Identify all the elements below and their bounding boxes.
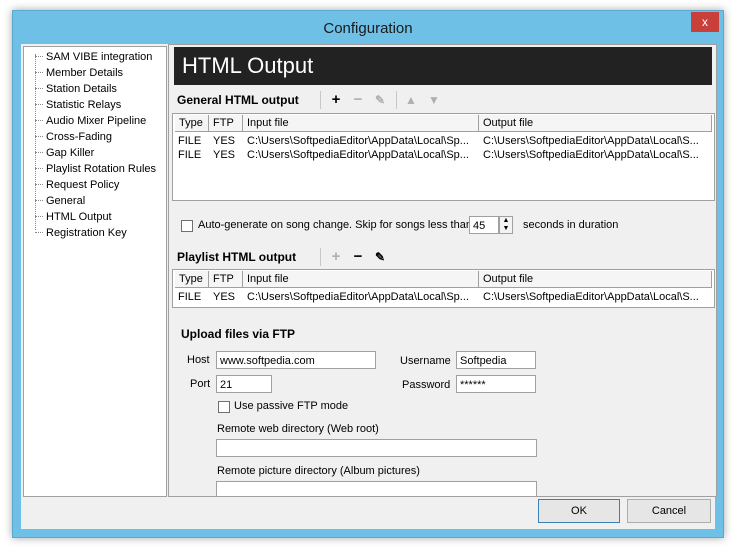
remove-icon[interactable]: − [349,248,367,266]
window-title: Configuration [323,20,413,37]
add-icon[interactable]: + [327,91,345,109]
move-down-icon[interactable]: ▼ [425,91,443,109]
ok-button[interactable]: OK [538,499,620,523]
tree-item-label: Request Policy [46,179,120,191]
column-header-output-file[interactable]: Output file [479,271,712,287]
autogenerate-checkbox[interactable] [181,220,193,232]
column-header-type[interactable]: Type [175,271,209,287]
tree-item-label: Gap Killer [46,147,95,159]
settings-tree: SAM VIBE integration Member Details Stat… [23,46,167,497]
page-title: HTML Output [174,47,712,85]
host-input[interactable]: www.softpedia.com [216,351,376,369]
cell-output-file: C:\Users\SoftpediaEditor\AppData\Local\S… [483,149,699,161]
tree-item-label: HTML Output [46,211,112,223]
cell-ftp: YES [213,135,236,147]
column-header-input-file[interactable]: Input file [243,271,479,287]
toolbar-separator [396,91,397,109]
cell-type: FILE [178,291,202,303]
passive-ftp-label: Use passive FTP mode [234,400,349,412]
autogenerate-suffix: seconds in duration [523,219,619,231]
tree-connector-line [35,54,36,230]
skip-seconds-input[interactable]: 45 [469,216,499,234]
tree-item-label: General [46,195,86,207]
general-output-label: General HTML output [177,93,299,107]
picture-directory-label: Remote picture directory (Album pictures… [217,465,420,477]
password-label: Password [402,379,451,391]
cell-type: FILE [178,135,202,147]
cell-output-file: C:\Users\SoftpediaEditor\AppData\Local\S… [483,291,699,303]
column-header-type[interactable]: Type [175,115,209,131]
general-output-table[interactable]: Type FTP Input file Output file FILE YES… [172,113,715,201]
toolbar-separator [320,91,321,109]
tree-item-label: SAM VIBE integration [46,51,153,63]
cell-input-file: C:\Users\SoftpediaEditor\AppData\Local\S… [247,291,469,303]
configuration-window: Configuration x SAM VIBE integration Mem… [12,10,724,538]
client-area: SAM VIBE integration Member Details Stat… [21,44,717,529]
column-header-ftp[interactable]: FTP [209,115,243,131]
cell-type: FILE [178,149,202,161]
password-input[interactable]: ****** [456,375,536,393]
tree-item-label: Cross-Fading [46,131,113,143]
edit-tools-icon[interactable]: ✎ [371,91,389,109]
username-label: Username [400,355,451,367]
cell-ftp: YES [213,291,236,303]
toolbar-separator [320,248,321,266]
tree-item-label: Registration Key [46,227,127,239]
move-up-icon[interactable]: ▲ [402,91,420,109]
playlist-output-label: Playlist HTML output [177,250,297,264]
host-label: Host [187,354,210,366]
passive-ftp-checkbox[interactable] [218,401,230,413]
cell-ftp: YES [213,149,236,161]
autogenerate-label: Auto-generate on song change. Skip for s… [198,219,472,231]
add-icon[interactable]: + [327,248,345,266]
close-button[interactable]: x [691,12,719,32]
web-directory-input[interactable] [216,439,537,457]
tree-item-label: Statistic Relays [46,99,122,111]
title-bar[interactable]: Configuration x [13,11,723,45]
edit-tools-icon[interactable]: ✎ [371,248,389,266]
username-input[interactable]: Softpedia [456,351,536,369]
skip-seconds-spinner[interactable]: ▲ ▼ [499,216,513,234]
port-label: Port [190,378,211,390]
picture-directory-input[interactable] [216,481,537,496]
table-header: Type FTP Input file Output file [175,271,712,288]
cancel-button[interactable]: Cancel [627,499,711,523]
playlist-output-table[interactable]: Type FTP Input file Output file FILE YES… [172,269,715,308]
column-header-ftp[interactable]: FTP [209,271,243,287]
html-output-panel: HTML Output General HTML output + − ✎ ▲ … [168,44,717,497]
cell-input-file: C:\Users\SoftpediaEditor\AppData\Local\S… [247,135,469,147]
column-header-input-file[interactable]: Input file [243,115,479,131]
ftp-upload-title: Upload files via FTP [181,327,296,341]
remove-icon[interactable]: − [349,91,367,109]
web-directory-label: Remote web directory (Web root) [217,423,379,435]
tree-item-label: Station Details [46,83,117,95]
tree-item-label: Audio Mixer Pipeline [46,115,147,127]
table-header: Type FTP Input file Output file [175,115,712,132]
cell-output-file: C:\Users\SoftpediaEditor\AppData\Local\S… [483,135,699,147]
cell-input-file: C:\Users\SoftpediaEditor\AppData\Local\S… [247,149,469,161]
port-input[interactable]: 21 [216,375,272,393]
tree-item-label: Playlist Rotation Rules [46,163,157,175]
tree-item-label: Member Details [46,67,124,79]
column-header-output-file[interactable]: Output file [479,115,712,131]
